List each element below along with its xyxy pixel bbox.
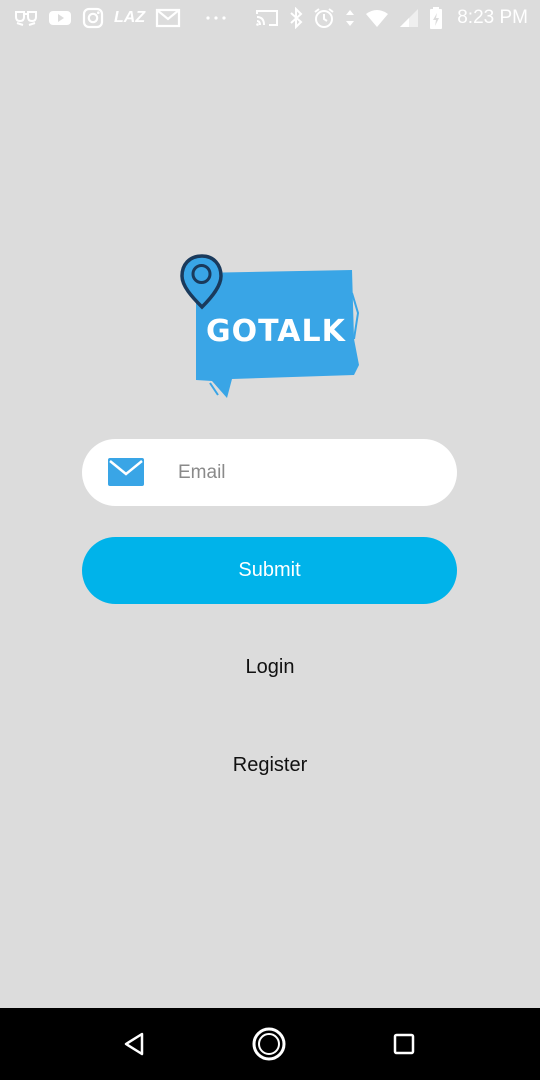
wifi-icon [365, 8, 389, 28]
email-field[interactable] [82, 439, 457, 506]
data-arrows-icon [345, 8, 355, 28]
lazada-icon: LAZ [114, 9, 146, 26]
status-time: 8:23 PM [457, 7, 528, 28]
recent-apps-icon[interactable] [386, 1026, 422, 1062]
logo-text: GOTALK [206, 314, 347, 349]
more-notifications-icon [205, 15, 227, 21]
submit-button[interactable]: Submit [82, 537, 457, 604]
gotalk-logo: GOTALK [178, 253, 362, 401]
register-link[interactable]: Register [0, 754, 540, 777]
gallery-mail-icon [155, 7, 181, 29]
bluetooth-icon [289, 7, 303, 29]
email-input[interactable] [178, 439, 438, 506]
youtube-icon [48, 9, 72, 27]
instagram-icon [82, 7, 104, 29]
navigation-bar [0, 1008, 540, 1080]
glasses-icon [14, 9, 38, 27]
signal-icon [399, 8, 419, 28]
status-bar: LAZ 8:23 PM [0, 0, 540, 36]
back-icon[interactable] [116, 1026, 152, 1062]
home-icon[interactable] [251, 1026, 287, 1062]
login-link[interactable]: Login [0, 656, 540, 679]
alarm-icon [313, 7, 335, 29]
cast-icon [255, 8, 279, 28]
battery-charging-icon [429, 6, 443, 30]
mail-icon [108, 458, 144, 486]
status-notifications: LAZ [0, 7, 227, 29]
status-system: 8:23 PM [255, 6, 540, 30]
